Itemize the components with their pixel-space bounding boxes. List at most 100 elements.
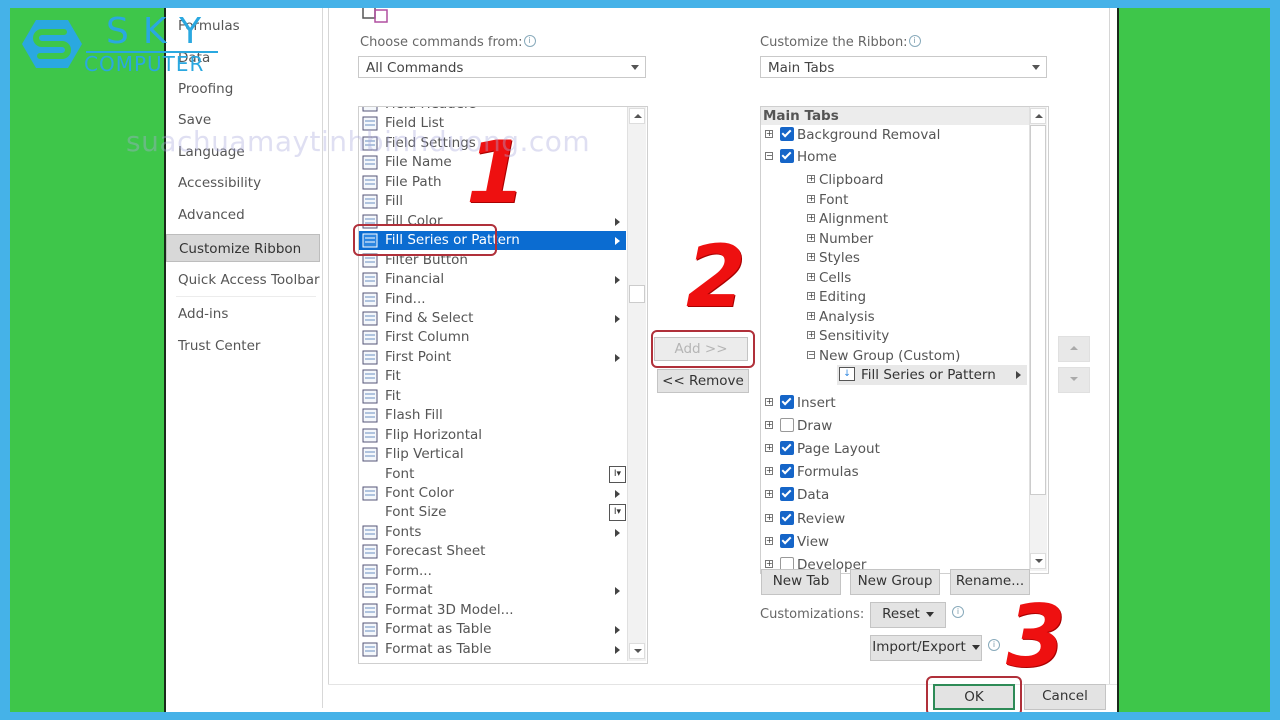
ribbon-tree-item[interactable]: + Clipboard xyxy=(761,170,1027,190)
expand-icon[interactable]: + xyxy=(765,444,773,452)
expand-icon[interactable]: + xyxy=(807,312,815,320)
new-tab-button[interactable]: New Tab xyxy=(761,569,841,595)
ribbon-tree[interactable]: Main Tabs + Background Removal − Home + Clipb… xyxy=(760,106,1049,574)
ok-button[interactable]: OK xyxy=(933,684,1015,710)
commands-source-select[interactable]: All Commands xyxy=(358,56,646,78)
expand-icon[interactable]: + xyxy=(765,560,773,568)
tab-checkbox[interactable] xyxy=(780,534,794,548)
expand-icon[interactable]: + xyxy=(807,175,815,183)
sidebar-item-trust-center[interactable]: Trust Center xyxy=(166,332,320,360)
command-item[interactable]: Find & Select xyxy=(359,309,626,328)
ribbon-tree-item[interactable]: + Formulas xyxy=(761,462,1027,482)
scroll-thumb[interactable] xyxy=(629,285,645,303)
expand-icon[interactable]: + xyxy=(765,467,773,475)
scroll-thumb[interactable] xyxy=(1030,125,1046,495)
info-icon[interactable]: i xyxy=(908,35,921,47)
collapse-icon[interactable]: − xyxy=(765,152,773,160)
command-item[interactable]: Font Color xyxy=(359,484,626,503)
move-up-button[interactable] xyxy=(1058,336,1090,362)
info-icon[interactable]: i xyxy=(523,35,536,47)
expand-icon[interactable]: + xyxy=(807,331,815,339)
command-item[interactable]: Font Size I▾ xyxy=(359,503,626,522)
command-item[interactable]: Fonts xyxy=(359,523,626,542)
expand-icon[interactable]: + xyxy=(807,195,815,203)
expand-icon[interactable]: + xyxy=(765,490,773,498)
command-item[interactable]: Fit xyxy=(359,387,626,406)
expand-icon[interactable]: + xyxy=(807,253,815,261)
expand-icon[interactable]: + xyxy=(765,537,773,545)
ribbon-tree-item[interactable]: + Draw xyxy=(761,416,1027,436)
tab-checkbox[interactable] xyxy=(780,511,794,525)
ribbon-tree-item[interactable]: − New Group (Custom) xyxy=(761,346,1027,366)
scroll-up-button[interactable] xyxy=(629,108,645,124)
command-item[interactable]: Format as Table xyxy=(359,620,626,639)
command-item[interactable]: Fill Series or Pattern xyxy=(359,231,626,251)
collapse-icon[interactable]: − xyxy=(807,351,815,359)
reset-button[interactable]: Reset xyxy=(870,602,946,628)
ribbon-tree-item[interactable]: + Number xyxy=(761,229,1027,249)
cancel-button[interactable]: Cancel xyxy=(1024,684,1106,710)
commands-scrollbar[interactable] xyxy=(627,107,646,661)
expand-icon[interactable]: + xyxy=(765,130,773,138)
ribbon-tree-scrollbar[interactable] xyxy=(1029,107,1047,571)
tab-checkbox[interactable] xyxy=(780,395,794,409)
info-icon[interactable]: i xyxy=(988,639,1000,651)
expand-icon[interactable]: + xyxy=(807,273,815,281)
expand-icon[interactable]: + xyxy=(765,421,773,429)
ribbon-tree-item[interactable]: + Cells xyxy=(761,268,1027,288)
ribbon-tree-item[interactable]: + Alignment xyxy=(761,209,1027,229)
import-export-button[interactable]: Import/Export xyxy=(870,635,982,661)
ribbon-tree-item[interactable]: + Background Removal xyxy=(761,125,1027,145)
expand-icon[interactable]: + xyxy=(807,234,815,242)
command-item[interactable]: Financial xyxy=(359,270,626,289)
ribbon-tree-item[interactable]: + Review xyxy=(761,509,1027,529)
ribbon-tree-item[interactable]: + Styles xyxy=(761,248,1027,268)
tab-checkbox[interactable] xyxy=(780,464,794,478)
ribbon-tree-item[interactable]: + Editing xyxy=(761,287,1027,307)
command-item[interactable]: Format as Table xyxy=(359,640,626,659)
command-item[interactable]: First Column xyxy=(359,328,626,347)
scroll-up-button[interactable] xyxy=(1030,108,1046,124)
tab-checkbox[interactable] xyxy=(780,441,794,455)
new-group-button[interactable]: New Group xyxy=(850,569,940,595)
command-item[interactable]: Fit xyxy=(359,367,626,386)
ribbon-tabs-select[interactable]: Main Tabs xyxy=(760,56,1047,78)
command-item[interactable]: Flip Horizontal xyxy=(359,426,626,445)
scroll-down-button[interactable] xyxy=(1030,553,1046,569)
tab-checkbox[interactable] xyxy=(780,127,794,141)
command-item[interactable]: Font I▾ xyxy=(359,465,626,484)
sidebar-item-add-ins[interactable]: Add-ins xyxy=(166,300,320,328)
command-item[interactable]: Flash Fill xyxy=(359,406,626,425)
ribbon-tree-item[interactable]: + View xyxy=(761,532,1027,552)
command-item[interactable]: Find... xyxy=(359,290,626,309)
command-item[interactable]: Format 3D Model... xyxy=(359,601,626,620)
sidebar-item-accessibility[interactable]: Accessibility xyxy=(166,169,320,197)
ribbon-tree-item[interactable]: ↓ Fill Series or Pattern xyxy=(837,365,1027,385)
remove-button[interactable]: << Remove xyxy=(657,369,749,393)
command-item[interactable]: Filter Button xyxy=(359,251,626,270)
ribbon-tree-item[interactable]: + Sensitivity xyxy=(761,326,1027,346)
ribbon-tree-item[interactable]: + Data xyxy=(761,485,1027,505)
expand-icon[interactable]: + xyxy=(765,398,773,406)
ribbon-tree-item[interactable]: + Font xyxy=(761,190,1027,210)
info-icon[interactable]: i xyxy=(952,606,964,618)
tab-checkbox[interactable] xyxy=(780,418,794,432)
tab-checkbox[interactable] xyxy=(780,487,794,501)
command-item[interactable]: Forecast Sheet xyxy=(359,542,626,561)
add-button[interactable]: Add >> xyxy=(654,337,748,361)
sidebar-item-proofing[interactable]: Proofing xyxy=(166,75,320,103)
command-item[interactable]: First Point xyxy=(359,348,626,367)
ribbon-tree-item[interactable]: + Insert xyxy=(761,393,1027,413)
expand-icon[interactable]: + xyxy=(807,292,815,300)
ribbon-tree-item[interactable]: − Home xyxy=(761,147,1027,167)
sidebar-item-quick-access-toolbar[interactable]: Quick Access Toolbar xyxy=(166,266,320,294)
command-item[interactable]: Flip Vertical xyxy=(359,445,626,464)
sidebar-item-customize-ribbon[interactable]: Customize Ribbon xyxy=(166,234,320,262)
sidebar-item-advanced[interactable]: Advanced xyxy=(166,201,320,229)
command-item[interactable]: Form... xyxy=(359,562,626,581)
ribbon-tree-item[interactable]: + Page Layout xyxy=(761,439,1027,459)
ribbon-tree-item[interactable]: + Analysis xyxy=(761,307,1027,327)
expand-icon[interactable]: + xyxy=(765,514,773,522)
scroll-down-button[interactable] xyxy=(629,643,645,659)
command-item[interactable]: Field Headers xyxy=(359,107,626,114)
